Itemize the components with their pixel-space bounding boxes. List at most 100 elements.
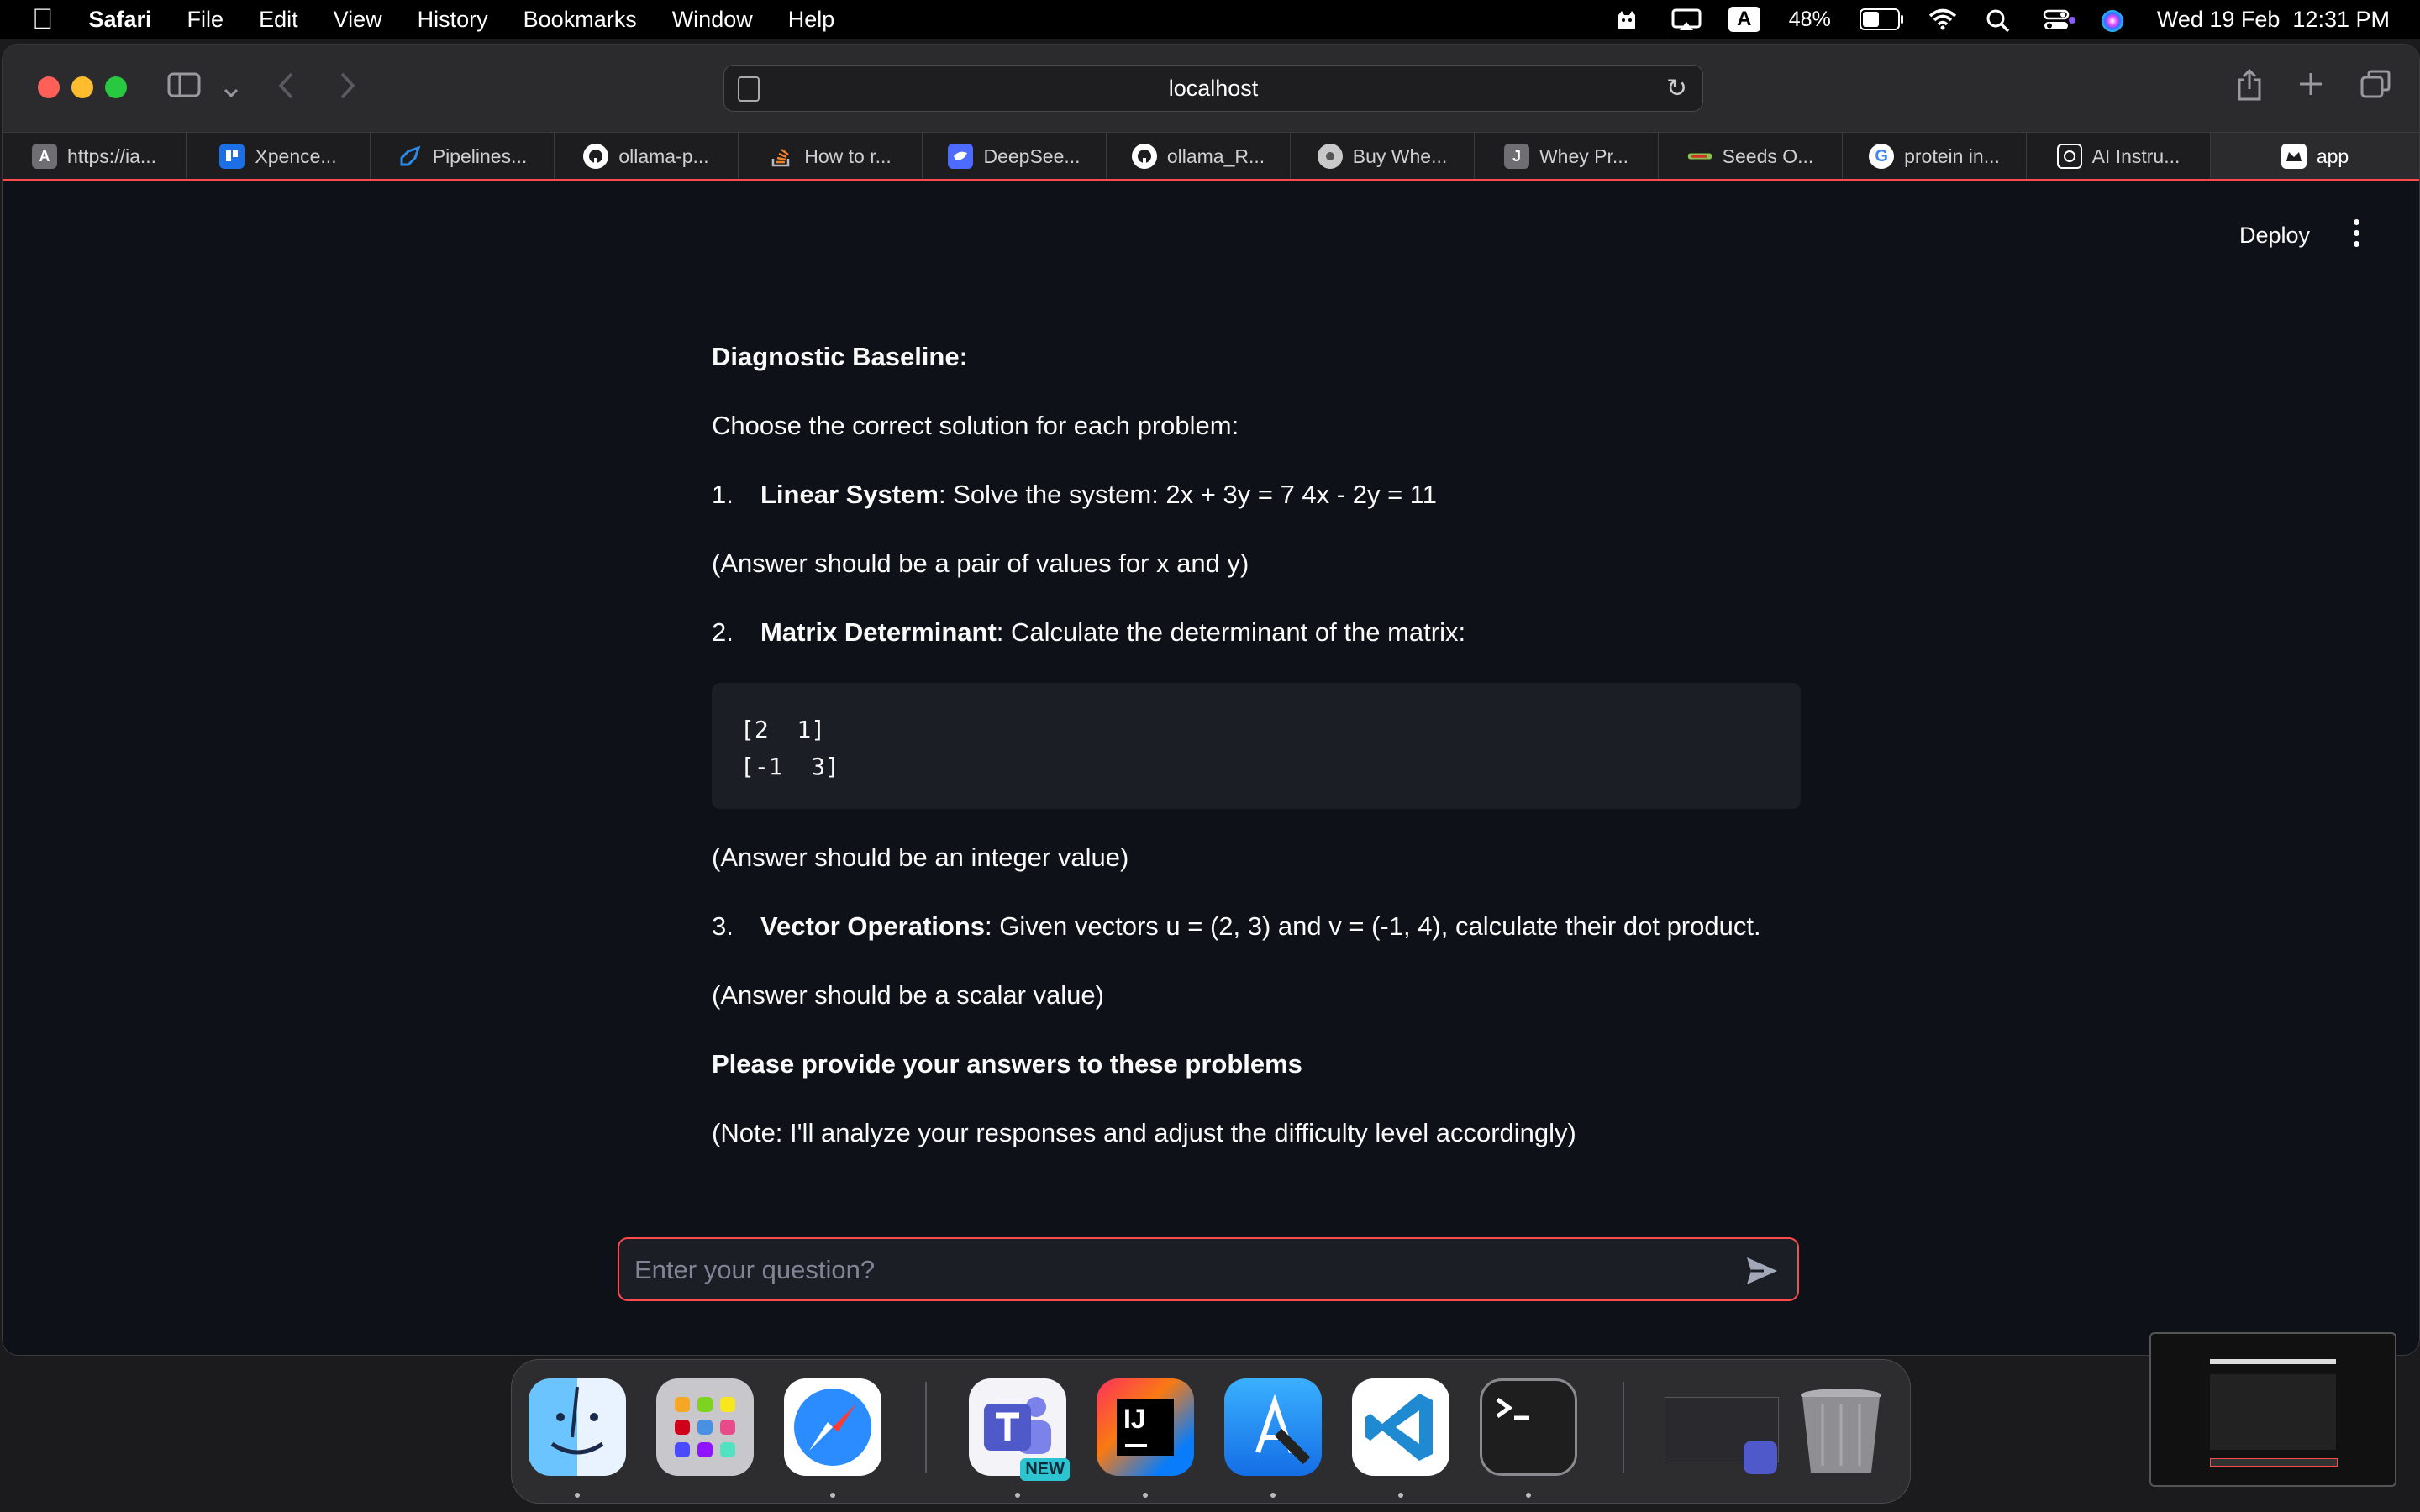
dock-separator bbox=[1623, 1382, 1624, 1473]
control-center-icon[interactable] bbox=[2043, 8, 2075, 30]
menu-edit[interactable]: Edit bbox=[259, 7, 298, 33]
tab-app[interactable]: app bbox=[2211, 133, 2419, 180]
battery-icon[interactable] bbox=[1859, 8, 1903, 30]
tab-label: DeepSee... bbox=[983, 144, 1081, 167]
problem-number: 2. bbox=[712, 617, 734, 647]
tab-label: AI Instru... bbox=[2091, 144, 2181, 167]
running-indicator bbox=[1526, 1493, 1531, 1498]
menu-bar:  Safari File Edit View History Bookmark… bbox=[0, 0, 2420, 39]
xcode-icon[interactable] bbox=[1224, 1378, 1322, 1476]
tab-label: ollama_R... bbox=[1166, 144, 1265, 167]
google-icon: G bbox=[1869, 144, 1895, 169]
trello-icon bbox=[219, 144, 245, 169]
tab-how-to[interactable]: How to r... bbox=[739, 133, 923, 180]
tab-ollama-p[interactable]: ollama-p... bbox=[555, 133, 739, 180]
menu-history[interactable]: History bbox=[418, 7, 488, 33]
maximize-window-button[interactable] bbox=[105, 76, 127, 98]
address-bar[interactable]: localhost ↻ bbox=[723, 65, 1703, 112]
problem-hint: (Answer should be a scalar value) bbox=[712, 980, 1104, 1010]
menu-window[interactable]: Window bbox=[672, 7, 753, 33]
tab-pipelines[interactable]: Pipelines... bbox=[371, 133, 555, 180]
problem-text: Linear System: Solve the system: 2x + 3y… bbox=[760, 480, 1437, 509]
share-icon[interactable] bbox=[2236, 68, 2263, 109]
teams-icon[interactable]: NEW bbox=[969, 1378, 1070, 1481]
tab-protein[interactable]: Gprotein in... bbox=[1843, 133, 2027, 180]
tab-label: ollama-p... bbox=[618, 144, 709, 167]
github-icon bbox=[583, 144, 609, 169]
forward-arrow-icon[interactable] bbox=[337, 71, 357, 108]
running-indicator bbox=[830, 1493, 835, 1498]
menu-file[interactable]: File bbox=[187, 7, 224, 33]
tab-ollama-r[interactable]: ollama_R... bbox=[1107, 133, 1291, 180]
address-text: localhost bbox=[1168, 75, 1259, 101]
matrix-code-block: [2 1] [-1 3] bbox=[712, 683, 1801, 809]
problem-number: 3. bbox=[712, 911, 734, 941]
streamlit-page: Deploy Diagnostic Baseline: Choose the c… bbox=[3, 182, 2419, 1355]
menu-view[interactable]: View bbox=[334, 7, 382, 33]
menu-app-name[interactable]: Safari bbox=[89, 7, 152, 33]
safari-window: localhost ↻ Ahttps://ia... Xpence... Pip… bbox=[2, 44, 2420, 1356]
send-icon[interactable] bbox=[1745, 1256, 1779, 1286]
vscode-icon[interactable] bbox=[1352, 1378, 1449, 1476]
trash-icon[interactable] bbox=[1792, 1378, 1890, 1476]
tab-label: Buy Whe... bbox=[1352, 144, 1448, 167]
input-source-icon[interactable]: A bbox=[1728, 7, 1760, 32]
problem-hint: (Answer should be an integer value) bbox=[712, 843, 1129, 872]
apple-menu-icon[interactable]:  bbox=[32, 3, 54, 36]
spotlight-search-icon[interactable] bbox=[1986, 8, 2014, 33]
tab-xpence[interactable]: Xpence... bbox=[187, 133, 371, 180]
launchpad-icon[interactable] bbox=[656, 1378, 754, 1476]
tab-label: app bbox=[2316, 144, 2349, 167]
running-indicator bbox=[1015, 1493, 1020, 1498]
running-indicator bbox=[1143, 1493, 1148, 1498]
close-window-button[interactable] bbox=[38, 76, 60, 98]
tab-label: protein in... bbox=[1904, 144, 2000, 167]
deepseek-icon bbox=[948, 144, 974, 169]
reload-icon[interactable]: ↻ bbox=[1666, 74, 1687, 103]
screen-mirroring-icon[interactable] bbox=[1671, 8, 1702, 30]
seeds-icon bbox=[1687, 144, 1712, 169]
sidebar-toggle-icon[interactable] bbox=[167, 71, 201, 106]
difficulty-note: (Note: I'll analyze your responses and a… bbox=[712, 1118, 1576, 1147]
screenshot-thumbnail[interactable] bbox=[2149, 1332, 2396, 1487]
deploy-button[interactable]: Deploy bbox=[2239, 223, 2310, 249]
siri-icon[interactable] bbox=[2100, 8, 2128, 32]
main-menu-icon[interactable] bbox=[2354, 219, 2360, 252]
chat-input-box[interactable] bbox=[618, 1237, 1799, 1301]
new-tab-icon[interactable] bbox=[2298, 71, 2323, 104]
chevron-down-icon[interactable] bbox=[223, 76, 239, 109]
tab-ia[interactable]: Ahttps://ia... bbox=[3, 133, 187, 180]
tab-buy-whey[interactable]: Buy Whe... bbox=[1291, 133, 1475, 180]
tab-ai-instructor[interactable]: AI Instru... bbox=[2027, 133, 2211, 180]
tab-overview-icon[interactable] bbox=[2360, 70, 2391, 106]
dock: NEW IJ bbox=[511, 1359, 1911, 1504]
tab-label: Pipelines... bbox=[432, 144, 528, 167]
j-letter-icon: J bbox=[1503, 144, 1529, 169]
site-icon bbox=[1317, 144, 1343, 169]
menu-help[interactable]: Help bbox=[788, 7, 835, 33]
teams-window-icon[interactable] bbox=[1656, 1378, 1779, 1476]
cat-status-icon[interactable] bbox=[1614, 8, 1643, 30]
back-arrow-icon[interactable] bbox=[276, 71, 297, 108]
intellij-label: IJ bbox=[1123, 1404, 1146, 1434]
finder-icon[interactable] bbox=[529, 1378, 626, 1476]
tab-whey-pr[interactable]: J Whey Pr... bbox=[1475, 133, 1659, 180]
intellij-icon[interactable]: IJ bbox=[1097, 1378, 1194, 1476]
minimize-window-button[interactable] bbox=[71, 76, 93, 98]
page-settings-icon[interactable] bbox=[738, 76, 760, 102]
running-indicator bbox=[1398, 1493, 1403, 1498]
safari-icon[interactable] bbox=[784, 1378, 881, 1476]
tab-label: https://ia... bbox=[66, 144, 157, 167]
problem-text: Vector Operations: Given vectors u = (2,… bbox=[760, 911, 1761, 941]
tab-label: Seeds O... bbox=[1722, 144, 1814, 167]
wifi-icon[interactable] bbox=[1928, 8, 1957, 30]
running-indicator bbox=[1270, 1493, 1276, 1498]
answer-request: Please provide your answers to these pro… bbox=[712, 1049, 1302, 1079]
terminal-icon[interactable] bbox=[1480, 1378, 1577, 1476]
clock[interactable]: Wed 19 Feb 12:31 PM bbox=[2157, 7, 2390, 33]
tab-seeds[interactable]: Seeds O... bbox=[1659, 133, 1843, 180]
question-input[interactable] bbox=[633, 1239, 1728, 1301]
tab-deepseek[interactable]: DeepSee... bbox=[923, 133, 1107, 180]
tab-label: Whey Pr... bbox=[1539, 144, 1629, 167]
menu-bookmarks[interactable]: Bookmarks bbox=[523, 7, 637, 33]
